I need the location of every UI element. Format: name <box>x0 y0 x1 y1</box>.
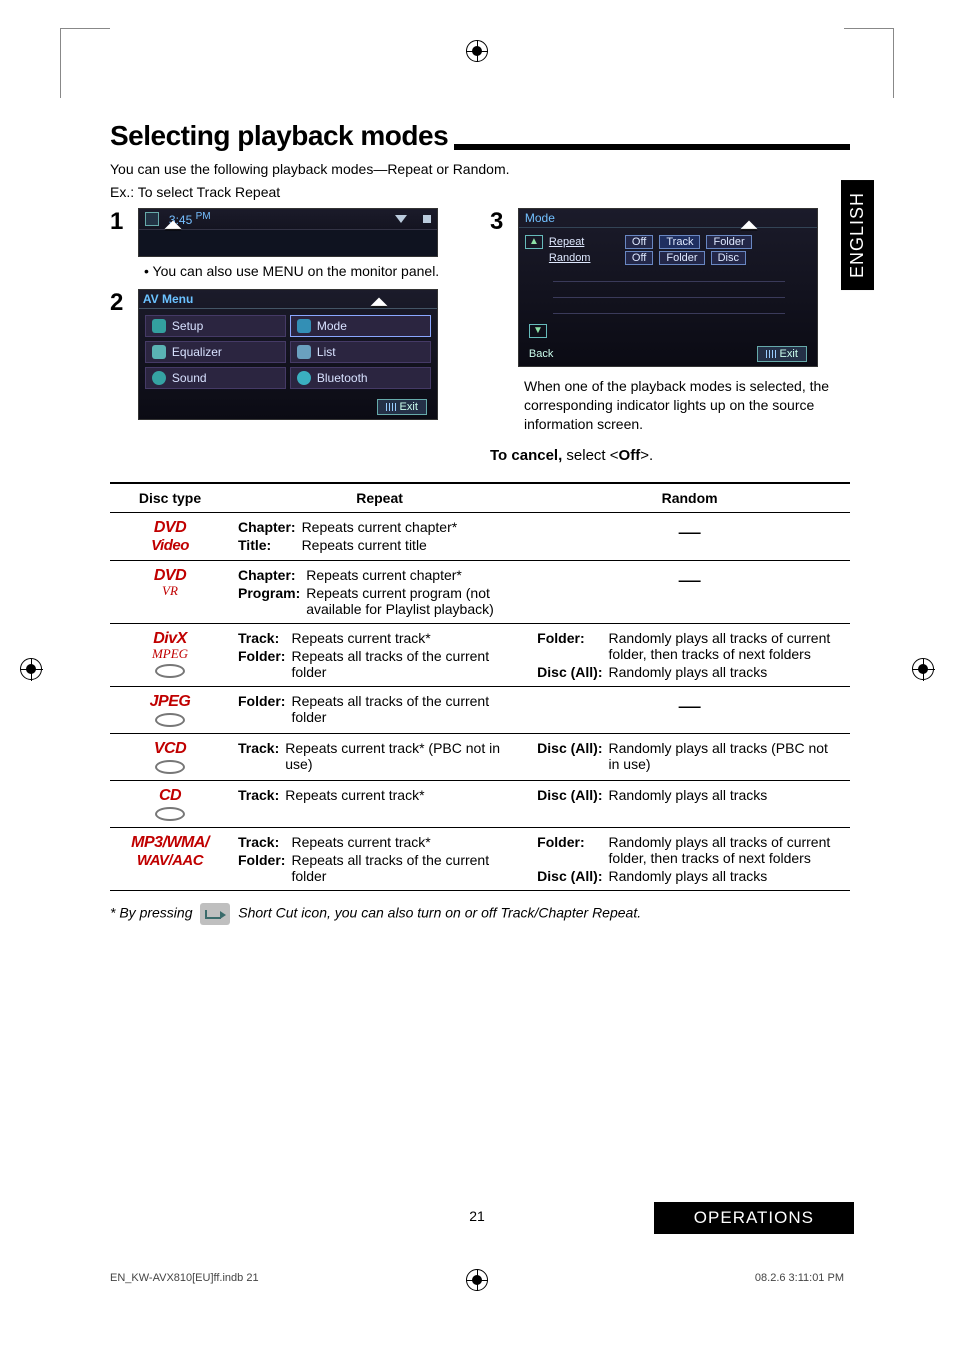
registration-mark-bottom <box>466 1269 488 1291</box>
page-number: 21 <box>469 1208 485 1224</box>
bluetooth-icon <box>297 371 311 385</box>
menu-item-equalizer[interactable]: Equalizer <box>145 341 286 363</box>
random-disc-option[interactable]: Disc <box>711 251 746 265</box>
down-icon[interactable] <box>395 215 407 223</box>
arrow-up-icon[interactable]: ▲ <box>525 235 543 249</box>
cursor-icon <box>743 223 779 259</box>
table-row: MP3/WMA/WAV/AACTrack:Repeats current tra… <box>110 828 850 891</box>
repeat-off-option[interactable]: Off <box>625 235 653 249</box>
random-off-option[interactable]: Off <box>625 251 653 265</box>
footnote: * By pressing Short Cut icon, you can al… <box>110 903 850 925</box>
crop-mark <box>893 28 894 98</box>
back-button[interactable]: Back <box>529 348 553 360</box>
gear-icon <box>152 319 166 333</box>
random-folder-option[interactable]: Folder <box>659 251 704 265</box>
step3-description: When one of the playback modes is select… <box>524 377 850 434</box>
cursor-icon <box>373 300 409 336</box>
th-disc: Disc type <box>110 483 230 513</box>
playback-modes-table: Disc type Repeat Random DVDVideoChapter:… <box>110 482 850 891</box>
menu-item-bluetooth[interactable]: Bluetooth <box>290 367 431 389</box>
step-number: 2 <box>110 289 134 317</box>
menu-item-sound[interactable]: Sound <box>145 367 286 389</box>
title-rule <box>454 144 850 150</box>
menu-item-list[interactable]: List <box>290 341 431 363</box>
av-menu-panel: AV Menu Setup Mode Equalizer List Sound … <box>138 289 438 420</box>
mode-random-label: Random <box>549 252 619 264</box>
table-row: JPEGFolder:Repeats all tracks of the cur… <box>110 687 850 734</box>
av-menu-icon[interactable] <box>145 212 159 226</box>
step-number: 3 <box>490 208 514 236</box>
table-row: VCDTrack:Repeats current track* (PBC not… <box>110 734 850 781</box>
footer-timestamp: 08.2.6 3:11:01 PM <box>755 1272 844 1284</box>
source-panel: 3:45 PM <box>138 208 438 257</box>
list-icon <box>297 345 311 359</box>
mode-repeat-label: Repeat <box>549 236 619 248</box>
arrow-down-icon[interactable]: ▼ <box>529 324 547 338</box>
cursor-icon <box>167 223 203 259</box>
registration-mark-left <box>20 658 42 680</box>
mode-icon <box>297 319 311 333</box>
step-number: 1 <box>110 208 134 236</box>
table-row: DivXMPEGTrack:Repeats current track*Fold… <box>110 624 850 687</box>
intro-text: You can use the following playback modes… <box>110 160 850 179</box>
stop-icon[interactable] <box>423 215 431 223</box>
sound-icon <box>152 371 166 385</box>
table-row: DVDVideoChapter:Repeats current chapter*… <box>110 513 850 561</box>
exit-button[interactable]: Exit <box>757 346 807 362</box>
exit-button[interactable]: Exit <box>377 399 427 415</box>
page-title: Selecting playback modes <box>110 120 448 152</box>
table-row: CDTrack:Repeats current track*Disc (All)… <box>110 781 850 828</box>
table-row: DVDVRChapter:Repeats current chapter*Pro… <box>110 561 850 624</box>
shortcut-icon <box>200 903 230 925</box>
equalizer-icon <box>152 345 166 359</box>
registration-mark-right <box>912 658 934 680</box>
crop-mark <box>60 28 61 98</box>
th-random: Random <box>529 483 850 513</box>
footer-filename: EN_KW-AVX810[EU]ff.indb 21 <box>110 1272 259 1284</box>
mode-panel: Mode ▲ Repeat Off Track Folder Random <box>518 208 818 367</box>
step1-note: You can also use MENU on the monitor pan… <box>144 263 470 279</box>
cancel-instruction: To cancel, select <Off>. <box>490 447 850 464</box>
registration-mark-top <box>466 40 488 62</box>
section-badge: OPERATIONS <box>654 1202 854 1234</box>
th-repeat: Repeat <box>230 483 529 513</box>
repeat-track-option[interactable]: Track <box>659 235 700 249</box>
menu-item-setup[interactable]: Setup <box>145 315 286 337</box>
menu-item-mode[interactable]: Mode <box>290 315 431 337</box>
example-text: Ex.: To select Track Repeat <box>110 183 850 202</box>
